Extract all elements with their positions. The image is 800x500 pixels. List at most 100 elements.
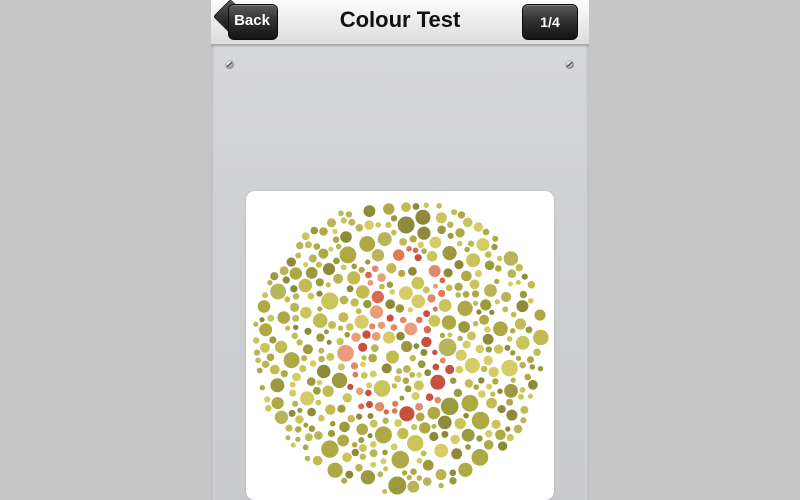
background-dot [347,271,361,285]
background-dot [478,377,485,384]
figure-dot [425,393,434,401]
background-dot [486,397,497,409]
background-dot [356,423,368,436]
background-dot [494,299,500,305]
background-dot [314,431,323,440]
background-dot [449,469,457,477]
background-dot [519,387,526,393]
background-dot [408,266,417,276]
background-dot [447,232,454,239]
background-dot [394,375,402,383]
background-dot [462,217,473,228]
background-dot [307,407,316,417]
background-dot [269,364,280,375]
background-dot [411,424,418,431]
background-dot [409,371,415,378]
background-dot [366,382,373,389]
figure-dot [383,409,389,415]
background-dot [438,482,444,489]
background-dot [462,340,471,349]
background-dot [504,344,511,351]
background-dot [411,392,420,400]
background-dot [360,470,376,485]
background-dot [528,298,534,304]
background-dot [262,292,269,299]
background-dot [431,423,437,429]
screen-edge-right [585,0,589,500]
background-dot [415,412,425,422]
background-dot [506,434,514,442]
figure-dot [399,406,415,422]
figure-dot [392,400,399,407]
background-dot [507,269,517,278]
background-dot [527,281,536,289]
background-dot [506,398,514,406]
figure-dot [369,305,384,319]
background-dot [394,419,402,427]
background-dot [438,338,457,357]
background-dot [413,343,420,349]
background-dot [316,290,323,297]
background-dot [325,404,336,415]
background-dot [316,364,331,379]
background-dot [297,407,303,413]
background-dot [407,435,424,452]
background-dot [472,300,479,306]
background-dot [367,433,373,439]
background-dot [290,302,300,312]
figure-dot [358,342,368,352]
background-dot [428,315,441,327]
background-dot [356,413,363,420]
background-dot [340,231,352,243]
background-dot [316,333,325,342]
background-dot [255,357,261,364]
background-dot [455,228,465,238]
background-dot [465,444,471,450]
background-dot [515,335,530,350]
figure-dot [367,279,374,286]
background-dot [305,267,318,279]
background-dot [306,377,316,386]
background-dot [374,426,392,444]
background-dot [533,348,541,356]
figure-dot [356,387,364,395]
background-dot [350,298,359,307]
background-dot [458,321,470,333]
background-dot [344,331,350,338]
page-indicator-button[interactable]: 1/4 [522,4,578,40]
background-dot [345,470,354,479]
background-dot [436,203,442,209]
background-dot [337,404,346,413]
background-dot [355,464,363,472]
background-dot [439,332,446,339]
figure-dot [393,249,405,261]
background-dot [501,291,512,303]
background-dot [302,344,313,355]
background-dot [296,241,304,250]
background-dot [379,283,385,290]
figure-dot [386,314,394,322]
figure-dot [445,364,455,375]
background-dot [494,278,500,284]
background-dot [458,462,473,477]
background-dot [382,449,388,456]
background-dot [442,246,457,261]
background-dot [351,448,359,457]
figure-dot [432,306,438,312]
background-dot [476,435,483,442]
background-dot [300,391,315,406]
background-dot [279,266,289,276]
background-dot [420,450,427,457]
background-dot [371,249,385,262]
background-dot [495,265,502,272]
background-dot [358,437,365,444]
figure-dot [374,402,385,412]
background-dot [447,332,453,338]
background-dot [269,336,277,344]
background-dot [327,429,336,438]
figure-dot [399,316,407,324]
background-dot [354,314,369,329]
background-dot [321,292,339,310]
background-dot [363,299,372,309]
background-dot [457,240,463,247]
